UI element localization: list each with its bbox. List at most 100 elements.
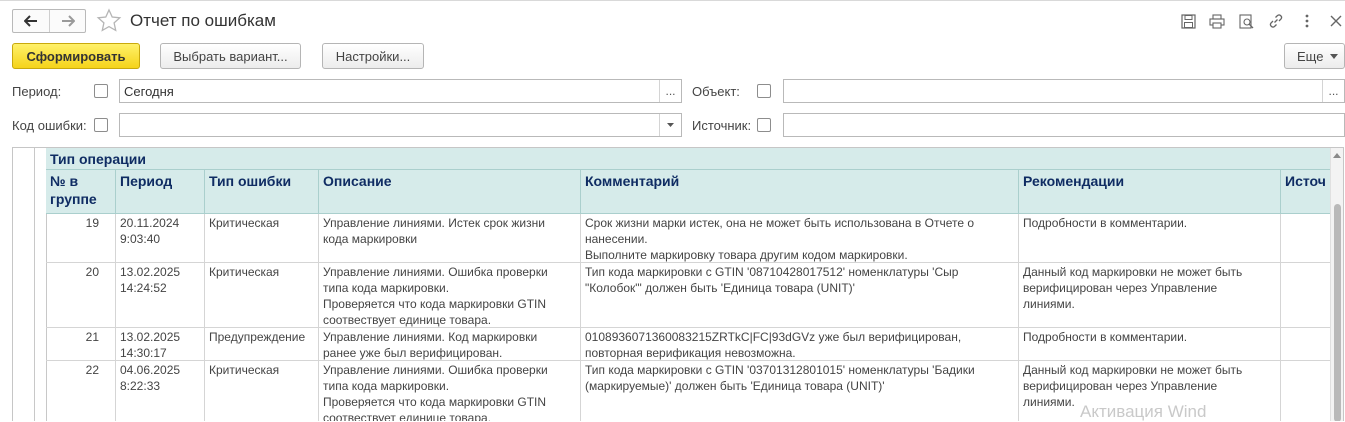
preview-button[interactable]	[1237, 12, 1255, 30]
column-header-line: Рекомендации	[1023, 173, 1125, 189]
cell-source	[1281, 263, 1331, 328]
link-button[interactable]	[1267, 12, 1285, 30]
cell-text-line: 21	[85, 330, 99, 344]
cell-error-type: Критическая	[205, 361, 319, 421]
settings-button[interactable]: Настройки...	[322, 43, 424, 69]
error-code-checkbox[interactable]	[94, 118, 108, 132]
more-vertical-icon	[1305, 14, 1309, 28]
link-icon	[1269, 14, 1283, 28]
cell-text-line: линиями.	[1023, 297, 1075, 311]
cell-error-type: Предупреждение	[205, 328, 319, 361]
cell-text-line: Проверяется что кода маркировки GTIN	[323, 297, 547, 311]
cell-description: Управление линиями. Код маркировки ранее …	[319, 328, 581, 361]
cell-recommendations: Данный код маркировки не может быть вериф…	[1019, 263, 1281, 328]
cell-text-line: верифицирован через Управление	[1023, 379, 1218, 393]
column-header-line: Тип ошибки	[209, 173, 292, 189]
cell-text-line: Критическая	[209, 265, 280, 279]
period-field[interactable]: Сегодня ...	[119, 79, 682, 103]
cell-text-line: 19	[85, 216, 99, 230]
column-header-number[interactable]: № в группе	[46, 170, 116, 214]
cell-text-line: нанесении.	[585, 232, 648, 246]
cell-text-line: типа кода маркировки.	[323, 379, 450, 393]
period-select-button[interactable]: ...	[659, 80, 681, 102]
cell-text-line: 13.02.2025	[120, 330, 181, 344]
preview-icon	[1238, 13, 1253, 29]
cell-text-line: Подробности в комментарии.	[1023, 216, 1188, 230]
vertical-scrollbar[interactable]	[1330, 148, 1343, 421]
more-menu-button[interactable]: Еще	[1284, 43, 1345, 69]
scroll-up-arrow-icon[interactable]	[1333, 153, 1341, 158]
generate-button[interactable]: Сформировать	[12, 43, 140, 69]
cell-period: 04.06.2025 8:22:33	[116, 361, 205, 421]
more-actions-button[interactable]	[1298, 12, 1316, 30]
cell-text-line: Подробности в комментарии.	[1023, 330, 1188, 344]
source-field[interactable]	[783, 113, 1345, 137]
cell-period: 13.02.2025 14:30:17	[116, 328, 205, 361]
cell-text-line: Выполните маркировку товара другим кодом…	[585, 248, 908, 262]
save-icon	[1180, 13, 1196, 29]
cell-description: Управление линиями. Ошибка проверки типа …	[319, 263, 581, 328]
column-header-line: Источ	[1285, 173, 1326, 189]
column-header-comment[interactable]: Комментарий	[581, 170, 1019, 214]
arrow-left-icon	[24, 15, 37, 27]
report-grid[interactable]: Тип операции № в группе Период Тип ошибк…	[12, 147, 1344, 421]
activation-watermark: Активация Wind	[1080, 402, 1207, 421]
navigation-group	[12, 9, 86, 33]
cell-text-line: "Колобок"' должен быть 'Единица товара (…	[585, 281, 855, 295]
cell-text-line: верифицирован через Управление	[1023, 281, 1218, 295]
cell-text-line: соотвествует единице товара.	[323, 313, 492, 327]
object-checkbox[interactable]	[757, 84, 771, 98]
star-icon	[96, 8, 122, 32]
object-field[interactable]: ...	[783, 79, 1345, 103]
forward-button[interactable]	[49, 10, 85, 32]
object-label: Объект:	[692, 84, 740, 99]
cell-text-line: соотвествует единице товара.	[323, 411, 492, 421]
cell-text-line: Данный код маркировки не может быть	[1023, 363, 1243, 377]
error-code-field[interactable]	[119, 113, 682, 137]
column-header-line: группе	[50, 191, 97, 207]
source-label: Источник:	[692, 118, 752, 133]
cell-error-type: Критическая	[205, 214, 319, 263]
scrollbar-thumb[interactable]	[1334, 204, 1341, 421]
cell-text-line: Управление линиями. Код маркировки	[323, 330, 538, 344]
column-header-description[interactable]: Описание	[319, 170, 581, 214]
cell-period: 20.11.2024 9:03:40	[116, 214, 205, 263]
column-header-line: Период	[120, 173, 173, 189]
arrow-right-icon	[61, 15, 75, 27]
cell-source	[1281, 328, 1331, 361]
close-button[interactable]	[1327, 12, 1345, 30]
cell-text-line: Тип кода маркировки с GTIN '037013128010…	[585, 363, 975, 377]
cell-text-line: Управление линиями. Истек срок жизни	[323, 216, 545, 230]
column-header-error-type[interactable]: Тип ошибки	[205, 170, 319, 214]
back-button[interactable]	[13, 10, 49, 32]
object-select-button[interactable]: ...	[1322, 80, 1344, 102]
favorite-star-button[interactable]	[96, 8, 122, 34]
cell-text-line: повторная верификация невозможна.	[585, 346, 796, 360]
column-header-recommendations[interactable]: Рекомендации	[1019, 170, 1281, 214]
cell-text-line: 9:03:40	[120, 232, 161, 246]
group-header-operation-type: Тип операции	[46, 148, 1331, 170]
column-header-period[interactable]: Период	[116, 170, 205, 214]
period-label: Период:	[12, 84, 62, 99]
cell-period: 13.02.2025 14:24:52	[116, 263, 205, 328]
cell-text-line: 14:24:52	[120, 281, 167, 295]
window-top-border	[0, 0, 1345, 1]
choose-variant-button[interactable]: Выбрать вариант...	[160, 43, 301, 69]
period-checkbox[interactable]	[94, 84, 108, 98]
cell-number: 22	[46, 361, 116, 421]
cell-text-line: Проверяется что кода маркировки GTIN	[323, 395, 547, 409]
cell-text-line: 04.06.2025	[120, 363, 181, 377]
source-checkbox[interactable]	[757, 118, 771, 132]
cell-number: 20	[46, 263, 116, 328]
print-button[interactable]	[1208, 12, 1226, 30]
cell-number: 19	[46, 214, 116, 263]
error-code-dropdown-button[interactable]	[659, 114, 681, 136]
cell-recommendations: Подробности в комментарии.	[1019, 328, 1281, 361]
save-button[interactable]	[1179, 12, 1197, 30]
page-title: Отчет по ошибкам	[130, 11, 276, 30]
cell-text-line: Управление линиями. Ошибка проверки	[323, 265, 548, 279]
group-header-label: Тип операции	[50, 151, 146, 167]
cell-comment: Срок жизни марки истек, она не может быт…	[581, 214, 1019, 263]
column-header-source[interactable]: Источ	[1281, 170, 1331, 214]
cell-text-line: Управление линиями. Ошибка проверки	[323, 363, 548, 377]
